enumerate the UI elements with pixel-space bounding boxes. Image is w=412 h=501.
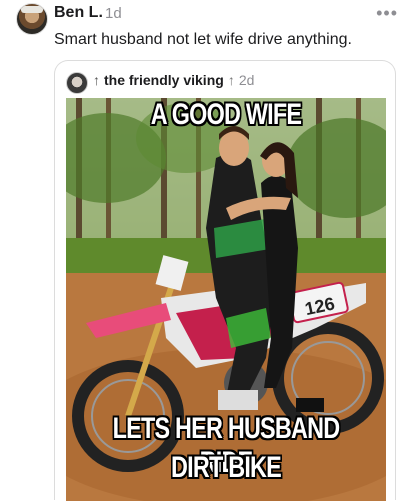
meme-image[interactable]: 126 A GOOD WIFE LETS HER HUSBAND RIDE DI… (66, 98, 386, 501)
repost-arrow-icon: ↑ (93, 72, 100, 88)
trending-arrow-icon: ↑ (227, 72, 235, 88)
quoted-author-avatar[interactable] (66, 72, 88, 94)
meme-bottom-caption-line2: DIRT BIKE (171, 451, 282, 484)
more-options-icon[interactable]: ••• (376, 3, 398, 24)
quoted-post-card[interactable]: ↑ the friendly viking ↑ 2d 126 A GOOD WI… (54, 60, 396, 501)
author-name[interactable]: Ben L. (54, 4, 103, 22)
quoted-author-name[interactable]: the friendly viking (104, 72, 224, 88)
user-avatar[interactable] (16, 3, 48, 35)
post-text: Smart husband not let wife drive anythin… (54, 31, 352, 48)
meme-top-caption: A GOOD WIFE (150, 98, 302, 131)
quoted-post-header: ↑ the friendly viking ↑ 2d (93, 72, 254, 88)
post-timestamp: 1d (105, 5, 122, 22)
quoted-post-timestamp: 2d (238, 72, 255, 88)
